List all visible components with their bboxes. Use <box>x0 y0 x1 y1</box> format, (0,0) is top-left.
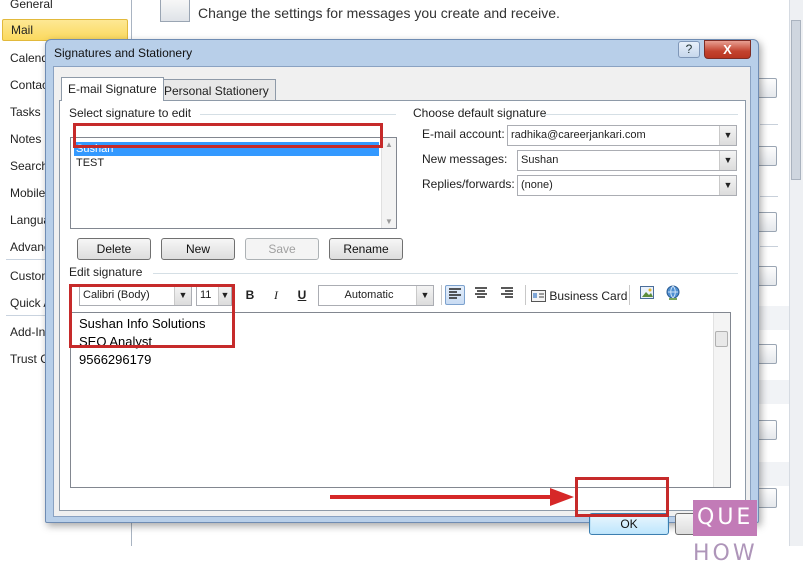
signature-list-scrollbar[interactable]: ▲ ▼ <box>381 138 396 228</box>
replies-forwards-value: (none) <box>521 179 553 191</box>
annotation-arrow <box>330 495 552 499</box>
new-messages-label: New messages: <box>422 152 508 166</box>
watermark-part1: QUE <box>693 500 758 536</box>
options-divider <box>760 196 778 197</box>
signature-editor[interactable]: Sushan Info Solutions SEO Analyst 956629… <box>70 312 731 488</box>
italic-button[interactable]: I <box>266 285 286 305</box>
business-card-button[interactable]: Business Card <box>531 287 627 305</box>
signature-line-title: SEO Analyst <box>79 334 152 349</box>
select-signature-label: Select signature to edit <box>69 106 192 120</box>
align-center-icon[interactable] <box>471 285 491 305</box>
signature-line-company: Sushan Info Solutions <box>79 316 206 331</box>
font-size-value: 11 <box>200 289 212 301</box>
options-button[interactable] <box>757 146 777 166</box>
options-divider <box>760 124 778 125</box>
group-divider <box>542 114 738 115</box>
toolbar-separator <box>441 285 442 305</box>
close-button[interactable]: X <box>704 40 751 59</box>
align-left-icon[interactable] <box>445 285 465 305</box>
chevron-down-icon: ▼ <box>416 286 433 305</box>
signature-item-test[interactable]: TEST <box>74 156 379 170</box>
font-color-select[interactable]: Automatic ▼ <box>318 285 434 306</box>
rename-button[interactable]: Rename <box>329 238 403 260</box>
nav-mail[interactable]: Mail <box>2 19 128 41</box>
replies-forwards-select[interactable]: (none) ▼ <box>517 175 737 196</box>
options-divider <box>760 246 778 247</box>
default-signature-label: Choose default signature <box>413 106 547 120</box>
signature-line-phone: 9566296179 <box>79 352 152 367</box>
underline-button[interactable]: U <box>292 285 312 305</box>
email-account-select[interactable]: radhika@careerjankari.com ▼ <box>507 125 737 146</box>
font-color-value: Automatic <box>344 289 394 301</box>
signature-item-sushan[interactable]: Sushan <box>74 142 379 156</box>
chevron-down-icon: ▼ <box>719 126 736 145</box>
tab-email-signature[interactable]: E-mail Signature <box>61 77 164 101</box>
chevron-down-icon: ▼ <box>218 286 231 305</box>
tab-personal-stationery[interactable]: Personal Stationery <box>157 79 276 100</box>
toolbar-separator <box>525 285 526 305</box>
chevron-down-icon: ▼ <box>174 286 191 305</box>
nav-general[interactable]: General <box>0 0 131 16</box>
new-messages-value: Sushan <box>521 154 559 166</box>
group-divider <box>153 273 738 274</box>
toolbar-separator <box>629 285 630 305</box>
email-account-value: radhika@careerjankari.com <box>511 129 646 141</box>
dialog-title: Signatures and Stationery <box>54 46 193 60</box>
chevron-down-icon: ▼ <box>719 151 736 170</box>
edit-signature-heading: Edit signature <box>69 265 143 279</box>
business-card-icon <box>531 290 546 302</box>
scroll-down-icon[interactable]: ▼ <box>385 217 393 226</box>
business-card-label: Business Card <box>549 289 628 303</box>
editor-scroll-thumb[interactable] <box>715 331 728 347</box>
options-button[interactable] <box>757 78 777 98</box>
signature-listbox[interactable]: Sushan TEST ▲ ▼ <box>70 137 397 229</box>
options-button[interactable] <box>757 266 777 286</box>
dialog-body: E-mail Signature Personal Stationery Sel… <box>53 66 751 535</box>
insert-hyperlink-icon[interactable] <box>663 285 683 305</box>
options-header-text: Change the settings for messages you cre… <box>198 5 560 21</box>
delete-button[interactable]: Delete <box>77 238 151 260</box>
chevron-down-icon: ▼ <box>719 176 736 195</box>
email-signature-panel: Select signature to edit Sushan TEST ▲ ▼… <box>59 100 746 511</box>
quehow-watermark: QUE HOW <box>693 500 791 566</box>
insert-picture-icon[interactable] <box>637 285 657 305</box>
watermark-part2: HOW <box>693 541 758 566</box>
align-right-icon[interactable] <box>497 285 517 305</box>
group-divider <box>200 114 396 115</box>
envelope-icon <box>160 0 190 22</box>
new-messages-select[interactable]: Sushan ▼ <box>517 150 737 171</box>
options-button[interactable] <box>757 420 777 440</box>
font-value: Calibri (Body) <box>83 289 150 301</box>
font-size-select[interactable]: 11 ▼ <box>196 285 232 306</box>
options-button[interactable] <box>757 212 777 232</box>
help-button[interactable]: ? <box>678 41 700 58</box>
options-button[interactable] <box>757 344 777 364</box>
bold-button[interactable]: B <box>240 285 260 305</box>
signatures-dialog: Signatures and Stationery ? X E-mail Sig… <box>45 39 759 535</box>
save-button[interactable]: Save <box>245 238 319 260</box>
new-button[interactable]: New <box>161 238 235 260</box>
replies-forwards-label: Replies/forwards: <box>422 177 515 191</box>
ok-button[interactable]: OK <box>589 513 669 535</box>
options-scroll-thumb[interactable] <box>791 20 801 180</box>
font-select[interactable]: Calibri (Body) ▼ <box>79 285 192 306</box>
arrow-right-icon <box>550 488 574 506</box>
email-account-label: E-mail account: <box>422 127 505 141</box>
scroll-up-icon[interactable]: ▲ <box>385 140 393 149</box>
